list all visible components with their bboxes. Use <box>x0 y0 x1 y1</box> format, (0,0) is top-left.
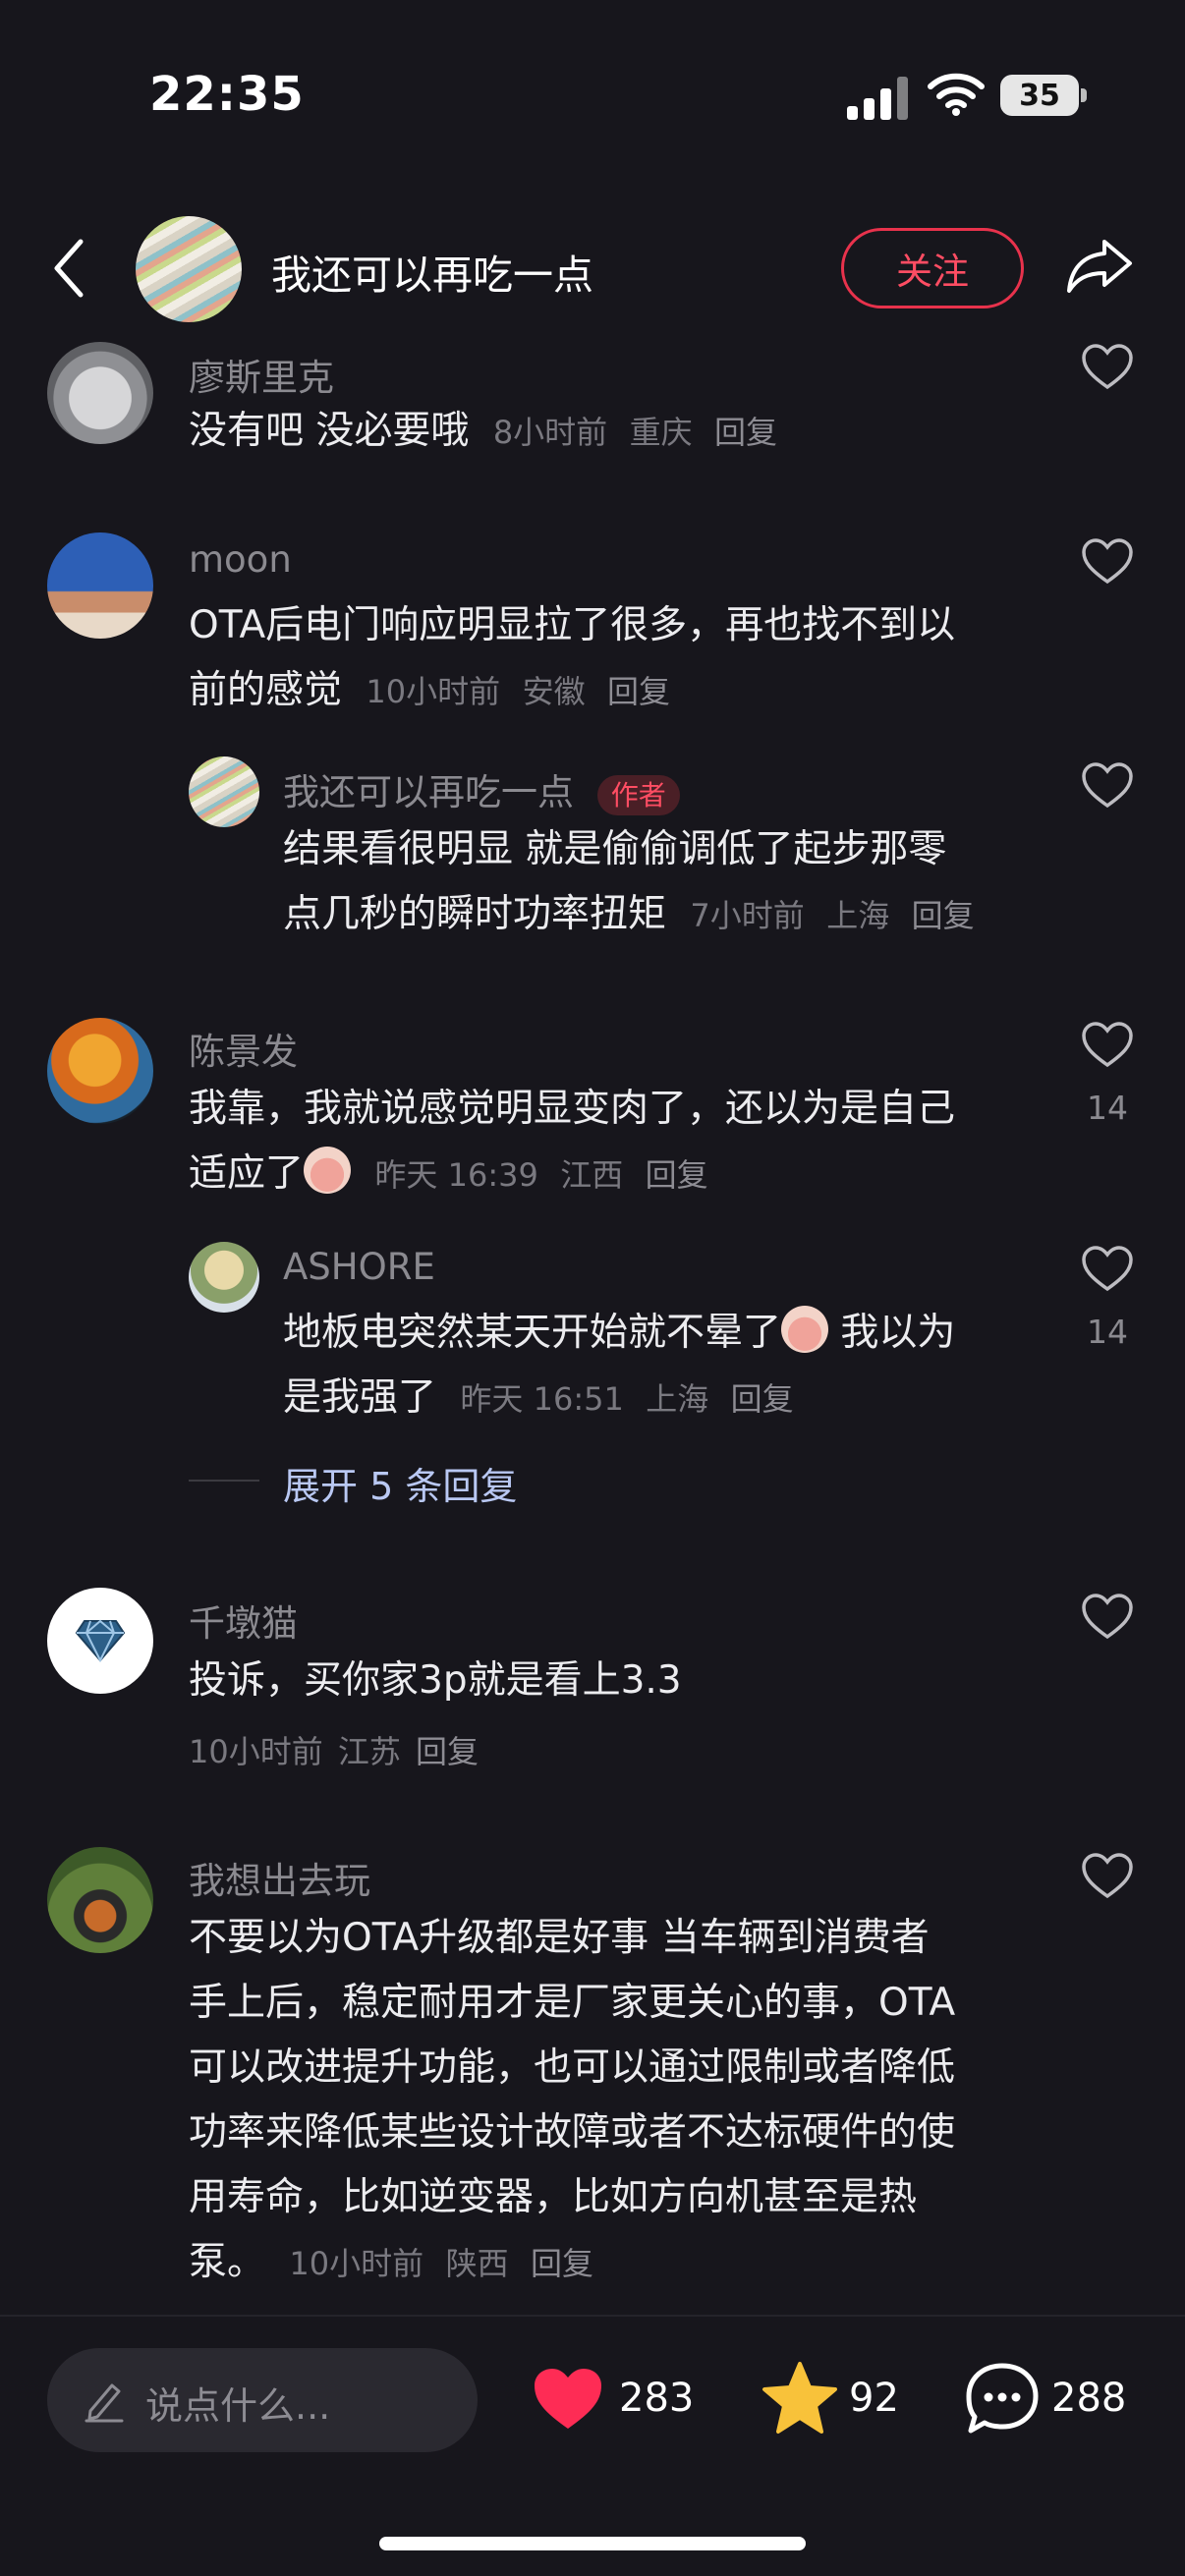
comment-text-line: 不要以为OTA升级都是好事 当车辆到消费者 <box>189 1916 930 1960</box>
commenter-name[interactable]: 千墩猫 <box>189 1594 298 1647</box>
reply-time: 昨天 16:51 <box>460 1380 624 1418</box>
avatar[interactable] <box>189 1242 259 1313</box>
heart-icon[interactable] <box>1081 538 1134 586</box>
reply-body: 地板电突然某天开始就不晕了 <box>283 1311 782 1355</box>
comment-text-line2: 前的感觉 10小时前 安徽 回复 <box>189 658 670 724</box>
avatar[interactable] <box>47 532 153 639</box>
bottom-divider <box>0 2315 1185 2317</box>
heart-icon[interactable] <box>1081 1022 1134 1069</box>
commenter-name[interactable]: 廖斯里克 <box>189 348 334 401</box>
like-count: 14 <box>1087 1089 1128 1127</box>
comment-meta: 10小时前 江苏 回复 <box>189 1727 479 1772</box>
comment-text-line2: 适应了 昨天 16:39 江西 回复 <box>189 1142 708 1207</box>
heart-icon[interactable] <box>531 2366 605 2433</box>
crying-emoji-icon <box>781 1306 829 1353</box>
commenter-name[interactable]: moon <box>189 538 292 581</box>
comment-location: 重庆 <box>629 414 693 451</box>
back-icon[interactable] <box>49 236 88 301</box>
avatar[interactable] <box>47 342 153 444</box>
comment-text-line: 手上后，稳定耐用才是厂家更关心的事，OTA <box>189 1981 956 2025</box>
comment-time: 8小时前 <box>492 414 608 451</box>
comment-text-line: 功率来降低某些设计故障或者不达标硬件的使 <box>189 2110 956 2155</box>
comment-total: 288 <box>1051 2376 1127 2421</box>
comment-text-line: 用寿命，比如逆变器，比如方向机甚至是热 <box>189 2175 918 2219</box>
comment-body: 适应了 <box>189 1151 305 1196</box>
diamond-icon <box>75 1619 126 1662</box>
comment-body: 泵。 <box>189 2240 266 2284</box>
pencil-icon <box>85 2383 124 2423</box>
like-count: 14 <box>1087 1313 1128 1351</box>
home-indicator[interactable] <box>379 2537 806 2550</box>
reply-link[interactable]: 回复 <box>646 1156 708 1194</box>
comment-body: 前的感觉 <box>189 668 343 712</box>
author-name[interactable]: 我还可以再吃一点 <box>271 242 593 301</box>
comment-text: 我靠，我就说感觉明显变肉了，还以为是自己 <box>189 1087 956 1131</box>
reply-body: 点几秒的瞬时功率扭矩 <box>283 892 667 936</box>
expand-divider <box>189 1480 259 1482</box>
author-badge: 作者 <box>596 775 680 815</box>
commenter-name[interactable]: 陈景发 <box>189 1022 298 1075</box>
comment-text-last-line: 泵。 10小时前 陕西 回复 <box>189 2230 593 2296</box>
comment-input-placeholder[interactable]: 说点什么... <box>145 2376 330 2430</box>
heart-icon[interactable] <box>1081 1594 1134 1641</box>
reply-link[interactable]: 回复 <box>416 1733 479 1770</box>
comment-text-line: 可以改进提升功能，也可以通过限制或者降低 <box>189 2045 956 2090</box>
star-icon[interactable] <box>761 2360 839 2436</box>
reply-time: 7小时前 <box>690 897 805 934</box>
comment-time: 10小时前 <box>189 1733 323 1770</box>
comment-time: 10小时前 <box>366 673 501 710</box>
reply-link[interactable]: 回复 <box>714 414 777 451</box>
wifi-icon <box>928 73 985 116</box>
crying-emoji-icon <box>304 1147 352 1194</box>
comment-location: 江苏 <box>337 1733 401 1770</box>
avatar[interactable] <box>47 1018 153 1124</box>
follow-button[interactable]: 关注 <box>841 228 1024 308</box>
reply-text-line2: 点几秒的瞬时功率扭矩 7小时前 上海 回复 <box>283 882 975 948</box>
reply-name[interactable]: 我还可以再吃一点 作者 <box>283 762 680 815</box>
reply-link[interactable]: 回复 <box>607 673 670 710</box>
reply-location: 上海 <box>826 897 890 934</box>
heart-icon[interactable] <box>1081 762 1134 810</box>
comment-location: 安徽 <box>522 673 586 710</box>
status-time: 22:35 <box>149 67 305 122</box>
comment-text: OTA后电门响应明显拉了很多，再也找不到以 <box>189 603 956 647</box>
avatar[interactable] <box>189 756 259 827</box>
share-icon[interactable] <box>1065 236 1134 295</box>
comment-time: 10小时前 <box>289 2245 424 2282</box>
comment-location: 江西 <box>560 1156 624 1194</box>
commenter-name[interactable]: 我想出去玩 <box>189 1851 370 1904</box>
comment-location: 陕西 <box>445 2245 509 2282</box>
reply-author-name[interactable]: 我还可以再吃一点 <box>283 771 574 813</box>
heart-icon[interactable] <box>1081 1853 1134 1900</box>
reply-body-cont: 我以为 <box>840 1311 956 1355</box>
comment-text: 投诉，买你家3p就是看上3.3 <box>189 1658 682 1703</box>
reply-link[interactable]: 回复 <box>731 1380 794 1418</box>
avatar[interactable] <box>47 1847 153 1953</box>
comment-text: 没有吧 没必要哦 8小时前 重庆 回复 <box>189 399 777 465</box>
battery-tip <box>1081 88 1087 102</box>
comment-body: 没有吧 没必要哦 <box>189 409 470 453</box>
comment-time: 昨天 16:39 <box>374 1156 538 1194</box>
heart-icon[interactable] <box>1081 344 1134 391</box>
reply-location: 上海 <box>646 1380 709 1418</box>
reply-text: 地板电突然某天开始就不晕了 我以为 <box>283 1301 955 1366</box>
reply-link[interactable]: 回复 <box>912 897 975 934</box>
heart-icon[interactable] <box>1081 1246 1134 1293</box>
reply-author-name[interactable]: ASHORE <box>283 1246 435 1288</box>
reply-link[interactable]: 回复 <box>531 2245 593 2282</box>
comment-icon[interactable] <box>963 2360 1042 2436</box>
battery-indicator: 35 <box>1000 75 1079 116</box>
reply-text-line2: 是我强了 昨天 16:51 上海 回复 <box>283 1366 794 1431</box>
expand-replies-button[interactable]: 展开 5 条回复 <box>283 1456 517 1510</box>
like-total: 283 <box>619 2376 695 2421</box>
reply-body: 是我强了 <box>283 1375 437 1420</box>
signal-icon <box>847 77 908 120</box>
favorite-total: 92 <box>849 2376 899 2421</box>
author-avatar[interactable] <box>136 216 242 322</box>
reply-text: 结果看很明显 就是偷偷调低了起步那零 <box>283 827 947 871</box>
